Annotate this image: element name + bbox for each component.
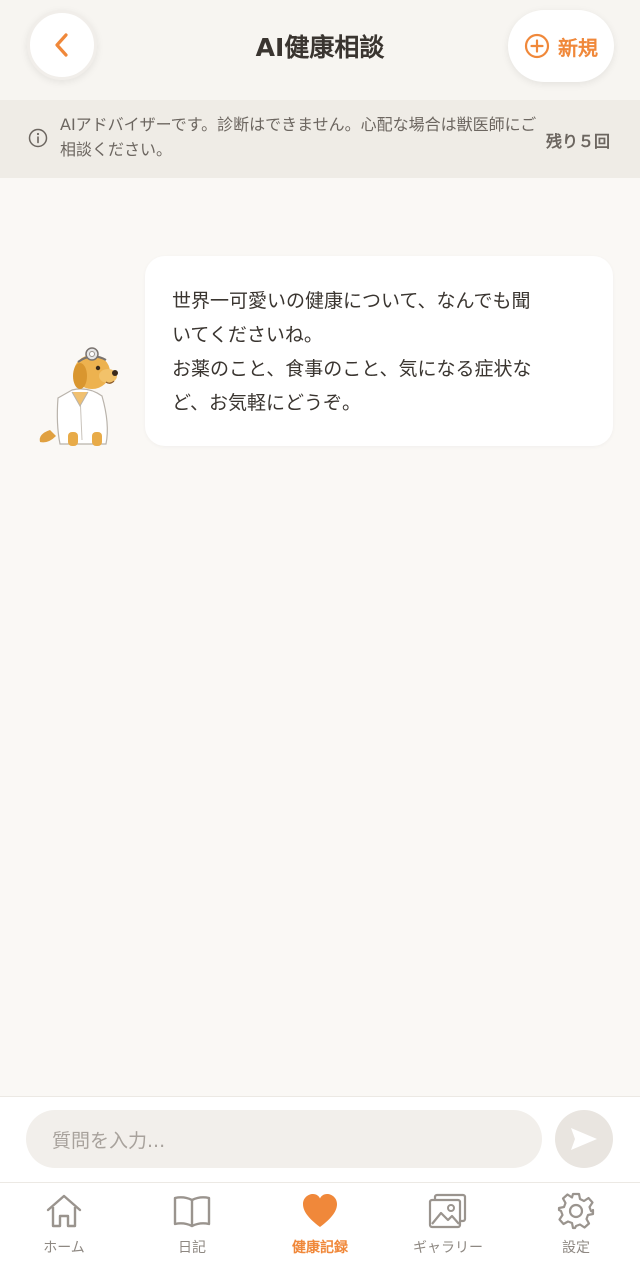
heart-icon xyxy=(303,1194,337,1227)
gallery-icon xyxy=(428,1193,467,1229)
nav-label-home: ホーム xyxy=(43,1240,85,1256)
message-line: ど、お気軽にどうぞ。 xyxy=(172,392,362,414)
nav-label-gallery: ギャラリー xyxy=(413,1240,483,1256)
assistant-message-bubble: 世界一可愛いの健康について、なんでも聞 いてくださいね。 お薬のこと、食事のこと… xyxy=(145,256,613,446)
doctor-dog-avatar xyxy=(39,347,118,446)
home-icon xyxy=(46,1194,82,1228)
info-icon xyxy=(28,128,48,148)
new-chat-button[interactable]: 新規 xyxy=(508,10,614,82)
nav-label-settings: 設定 xyxy=(562,1240,590,1256)
disclaimer-text: AIアドバイザーです。診断はできません。心配な場合は獣医師にご相談ください。 xyxy=(60,115,537,159)
nav-item-gallery[interactable]: ギャラリー xyxy=(384,1190,512,1260)
message-line: 世界一可愛いの健康について、なんでも聞 xyxy=(172,290,531,312)
book-icon xyxy=(173,1196,211,1228)
question-input[interactable]: 質問を入力... xyxy=(26,1110,542,1168)
new-chat-label: 新規 xyxy=(558,35,598,60)
plus-circle-icon xyxy=(524,33,550,59)
nav-item-diary[interactable]: 日記 xyxy=(128,1190,256,1260)
message-line: いてくださいね。 xyxy=(172,324,323,346)
nav-label-diary: 日記 xyxy=(178,1240,206,1256)
gear-icon xyxy=(557,1192,595,1230)
nav-item-health[interactable]: 健康記録 xyxy=(256,1190,384,1260)
question-input-placeholder: 質問を入力... xyxy=(52,1129,166,1152)
message-line: お薬のこと、食事のこと、気になる症状な xyxy=(172,358,532,380)
nav-item-settings[interactable]: 設定 xyxy=(512,1190,640,1260)
nav-label-health: 健康記録 xyxy=(292,1240,348,1256)
send-button[interactable] xyxy=(555,1110,613,1168)
remaining-count: 残り５回 xyxy=(546,132,611,151)
nav-item-home[interactable]: ホーム xyxy=(0,1190,128,1260)
send-icon xyxy=(571,1128,597,1150)
